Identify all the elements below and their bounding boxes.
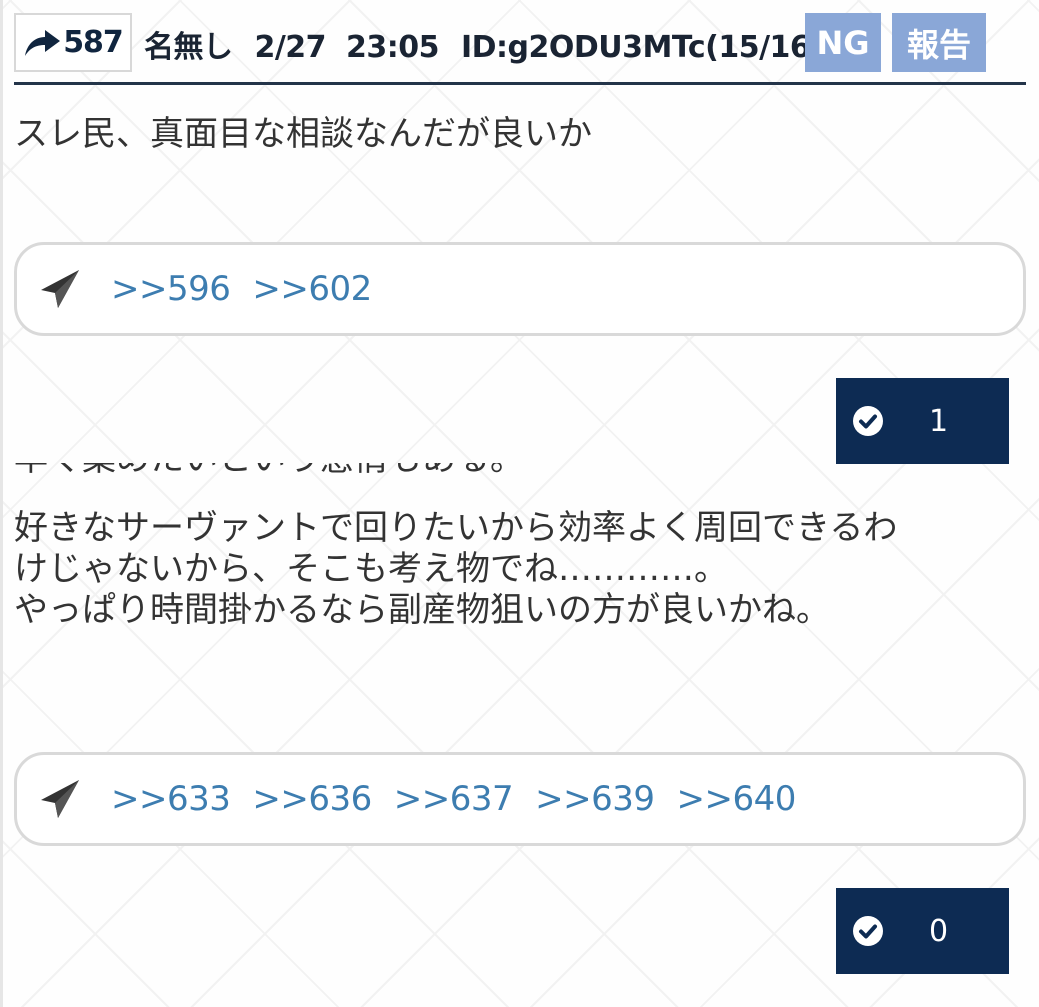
post-id: ID:g2ODU3MTc(15/16) [460, 30, 824, 65]
reply-link[interactable]: >>639 [535, 779, 655, 819]
like-count: 1 [929, 403, 949, 439]
paper-plane-icon [39, 778, 81, 820]
replies-bar: >>633 >>636 >>637 >>639 >>640 [14, 752, 1026, 846]
check-circle-icon [852, 915, 884, 947]
reply-link[interactable]: >>596 [111, 269, 231, 309]
reply-link[interactable]: >>633 [111, 779, 231, 819]
body-line: けじゃないから、そこも考え物でね…………。 [14, 549, 728, 589]
like-count: 0 [929, 913, 949, 949]
reply-to-post-button[interactable]: 587 [14, 13, 132, 72]
body-line: やっぱり時間掛かるなら副産物狙いの方が良いかね。 [14, 590, 830, 630]
check-circle-icon [852, 405, 884, 437]
share-arrow-icon [25, 29, 61, 56]
partial-text: 早く集めたいという感情もある。 [14, 463, 574, 481]
post-body: スレ民、真面目な相談なんだが良いか [14, 114, 592, 154]
post-meta: 名無し 2/27 23:05 ID:g2ODU3MTc(15/16) [144, 22, 824, 66]
reply-link[interactable]: >>602 [252, 269, 372, 309]
post-time: 23:05 [346, 30, 440, 65]
replies-bar: >>596 >>602 [14, 242, 1026, 336]
post-body: 好きなサーヴァントで回りたいから効率よく周回できるわ けじゃないから、そこも考え… [14, 508, 897, 631]
reply-link[interactable]: >>640 [677, 779, 797, 819]
post-header: 587 名無し 2/27 23:05 ID:g2ODU3MTc(15/16) N… [14, 13, 1026, 85]
like-button[interactable]: 0 [836, 888, 1009, 974]
partial-text-line: 早く集めたいという感情もある。 [14, 463, 574, 491]
reply-link[interactable]: >>637 [394, 779, 514, 819]
post-author: 名無し [144, 30, 233, 65]
reply-link[interactable]: >>636 [252, 779, 372, 819]
post-date: 2/27 [254, 30, 327, 65]
post-number: 587 [63, 25, 124, 60]
ng-button[interactable]: NG [805, 13, 881, 72]
like-button[interactable]: 1 [836, 378, 1009, 464]
paper-plane-icon [39, 268, 81, 310]
body-line: 好きなサーヴァントで回りたいから効率よく周回できるわ [14, 508, 898, 548]
report-button[interactable]: 報告 [892, 13, 986, 72]
left-border [0, 0, 3, 1007]
